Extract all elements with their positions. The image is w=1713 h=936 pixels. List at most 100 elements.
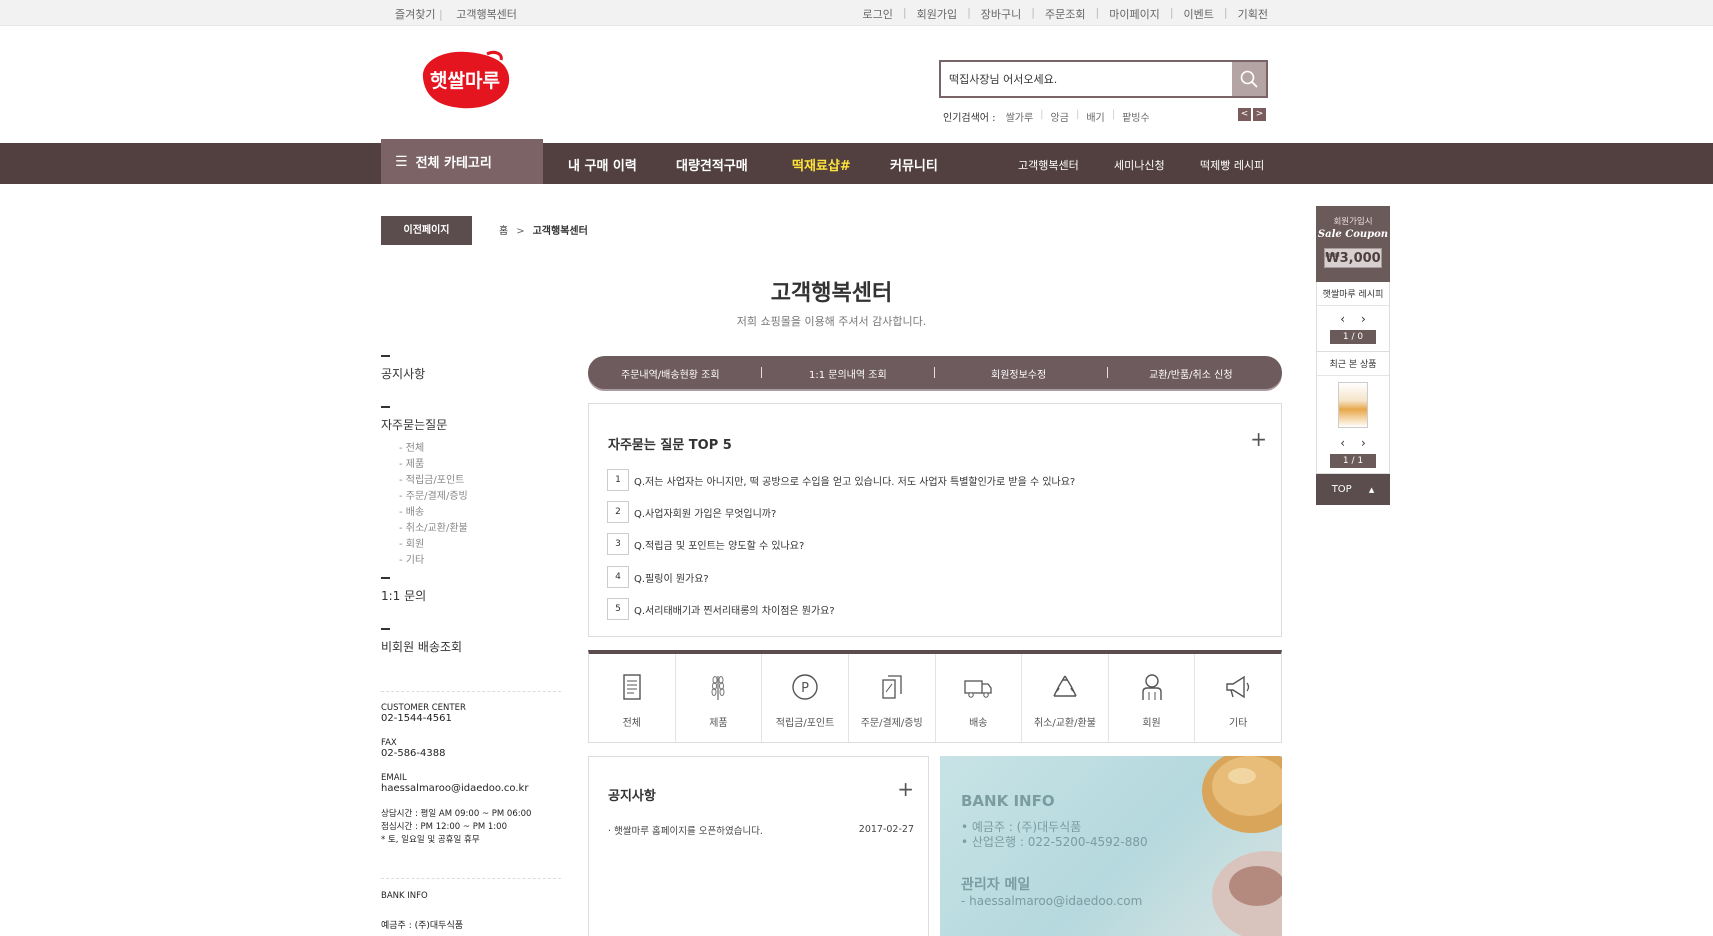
divider: | bbox=[1075, 109, 1080, 120]
faq-item[interactable]: 4 Q.필링이 뭔가요? bbox=[607, 566, 709, 588]
sidebar-item-qna[interactable]: 1:1 문의 bbox=[381, 577, 561, 604]
bookmark-link[interactable]: 즐겨찾기 bbox=[395, 8, 435, 21]
category-etc[interactable]: 기타 bbox=[1195, 654, 1281, 742]
search-button[interactable] bbox=[1232, 62, 1266, 96]
faq-item[interactable]: 3 Q.적립금 및 포인트는 양도할 수 있나요? bbox=[607, 533, 804, 555]
chevron-left-icon[interactable]: ‹ bbox=[1340, 312, 1345, 326]
recipe-box: 햇쌀마루 레시피 ‹ › 1 / 0 bbox=[1316, 282, 1390, 352]
nav-recipe[interactable]: 떡제빵 레시피 bbox=[1200, 157, 1264, 173]
breadcrumb: 홈 > 고객행복센터 bbox=[499, 222, 588, 237]
keyword-link[interactable]: 쌀가루 bbox=[1006, 109, 1034, 124]
sidebar-item-guest-delivery[interactable]: 비회원 배송조회 bbox=[381, 628, 561, 655]
logo-text: 햇쌀마루 bbox=[430, 70, 500, 92]
sidebar-sub-product[interactable]: - 제품 bbox=[399, 457, 561, 473]
sidebar-sub-delivery[interactable]: - 배송 bbox=[399, 505, 561, 521]
mypage-link[interactable]: 마이페이지 bbox=[1109, 6, 1160, 22]
nav-bulk-order[interactable]: 대량견적구매 bbox=[676, 155, 748, 174]
divider bbox=[761, 367, 762, 378]
coupon-name: Sale Coupon bbox=[1317, 229, 1389, 240]
chevron-right-icon[interactable]: › bbox=[1361, 436, 1366, 450]
page-title: 고객행복센터 bbox=[770, 281, 893, 306]
sidebar-sub-all[interactable]: - 전체 bbox=[399, 441, 561, 457]
nav-purchase-history[interactable]: 내 구매 이력 bbox=[568, 155, 637, 174]
cart-link[interactable]: 장바구니 bbox=[981, 6, 1021, 22]
recycle-icon bbox=[1053, 675, 1077, 697]
notice-item[interactable]: · 햇쌀마루 홈페이지를 오픈하였습니다. bbox=[608, 823, 763, 837]
login-link[interactable]: 로그인 bbox=[863, 6, 893, 22]
sidebar-sub-payment[interactable]: - 주문/결제/증빙 bbox=[399, 489, 561, 505]
keyword-arrows: < > bbox=[1238, 108, 1266, 121]
recent-page: 1 / 1 bbox=[1330, 454, 1376, 468]
sidebar-item-faq[interactable]: 자주묻는질문 bbox=[381, 406, 561, 433]
category-label: 배송 bbox=[969, 718, 988, 729]
category-points[interactable]: P 적립금/포인트 bbox=[762, 654, 849, 742]
faq-item[interactable]: 5 Q.서리태배기과 찐서리태롱의 차이점은 뭔가요? bbox=[607, 598, 835, 620]
category-all[interactable]: 전체 bbox=[589, 654, 676, 742]
keyword-link[interactable]: 팥빙수 bbox=[1122, 109, 1150, 124]
sidebar-sub-member[interactable]: - 회원 bbox=[399, 537, 561, 553]
cs-tabs: 주문내역/배송현황 조회 1:1 문의내역 조회 회원정보수정 교환/반품/취소… bbox=[588, 356, 1282, 389]
breadcrumb-home[interactable]: 홈 bbox=[499, 226, 508, 237]
hours-line: 상담시간 : 평일 AM 09:00 ~ PM 06:00 bbox=[381, 809, 532, 819]
sidebar-item-notice[interactable]: 공지사항 bbox=[381, 355, 561, 382]
divider: | bbox=[967, 6, 971, 19]
keyword-link[interactable]: 앙금 bbox=[1051, 109, 1069, 124]
category-delivery[interactable]: 배송 bbox=[936, 654, 1023, 742]
quick-menu: 회원가입시 Sale Coupon ₩3,000 햇쌀마루 레시피 ‹ › 1 … bbox=[1316, 206, 1390, 505]
event-link[interactable]: 이벤트 bbox=[1184, 6, 1214, 22]
fax-value: 02-586-4388 bbox=[381, 748, 446, 759]
nav-community[interactable]: 커뮤니티 bbox=[890, 155, 938, 174]
recipe-label[interactable]: 햇쌀마루 레시피 bbox=[1317, 282, 1389, 300]
all-category-button[interactable]: ☰ 전체 카테고리 bbox=[381, 139, 543, 184]
holiday-line: * 토, 일요일 및 공휴일 휴무 bbox=[381, 835, 480, 845]
plus-icon[interactable]: + bbox=[1250, 427, 1267, 451]
bank-banner-account: • 산업은행 : 022-5200-4592-880 bbox=[961, 835, 1148, 849]
cs-center-link[interactable]: 고객행복센터 bbox=[456, 8, 517, 21]
faq-item[interactable]: 2 Q.사업자회원 가입은 무엇입니까? bbox=[607, 501, 776, 523]
tab-qna-history[interactable]: 1:1 문의내역 조회 bbox=[809, 366, 887, 381]
sidebar-sub-refund[interactable]: - 취소/교환/환불 bbox=[399, 521, 561, 537]
notice-date: 2017-02-27 bbox=[858, 824, 914, 835]
chevron-left-icon[interactable]: < bbox=[1238, 108, 1251, 121]
tab-exchange[interactable]: 교환/반품/취소 신청 bbox=[1149, 366, 1233, 381]
faq-question: Q.필링이 뭔가요? bbox=[634, 573, 709, 585]
order-lookup-link[interactable]: 주문조회 bbox=[1045, 6, 1085, 22]
sale-coupon-banner[interactable]: 회원가입시 Sale Coupon ₩3,000 bbox=[1316, 206, 1390, 282]
sidebar-sub-etc[interactable]: - 기타 bbox=[399, 553, 561, 569]
popular-keywords: 인기검색어 : 쌀가루 | 앙금 | 배기 | 팥빙수 bbox=[943, 109, 1157, 124]
sidebar-sub-points[interactable]: - 적립금/포인트 bbox=[399, 473, 561, 489]
nav-cs-center[interactable]: 고객행복센터 bbox=[1018, 157, 1079, 173]
chevron-right-icon[interactable]: > bbox=[1253, 108, 1266, 121]
breadcrumb-current: 고객행복센터 bbox=[532, 226, 588, 237]
cs-tel: 02-1544-4561 bbox=[381, 713, 452, 724]
site-logo[interactable]: 햇쌀마루 bbox=[415, 48, 513, 112]
category-payment[interactable]: 주문/결제/증빙 bbox=[849, 654, 936, 742]
category-product[interactable]: 제품 bbox=[676, 654, 763, 742]
keyword-link[interactable]: 배기 bbox=[1086, 109, 1104, 124]
top-button[interactable]: TOP ▲ bbox=[1316, 474, 1390, 505]
divider: | bbox=[1223, 6, 1228, 19]
prev-page-button[interactable]: 이전페이지 bbox=[381, 216, 472, 245]
recent-box: 최근 본 상품 ‹ › 1 / 1 bbox=[1316, 352, 1390, 474]
bank-info-label: BANK INFO bbox=[381, 878, 561, 901]
wheat-icon bbox=[711, 676, 725, 700]
megaphone-icon bbox=[1226, 675, 1250, 699]
category-refund[interactable]: 취소/교환/환불 bbox=[1022, 654, 1109, 742]
chevron-left-icon[interactable]: ‹ bbox=[1340, 436, 1345, 450]
plus-icon[interactable]: + bbox=[897, 777, 914, 801]
tab-order-status[interactable]: 주문내역/배송현황 조회 bbox=[621, 366, 720, 381]
faq-num: 4 bbox=[607, 566, 629, 588]
recent-product-thumbnail[interactable] bbox=[1338, 382, 1368, 428]
search-input[interactable] bbox=[941, 62, 1231, 96]
main-nav: 내 구매 이력 대량견적구매 떡재료샵# 커뮤니티 고객행복센터 세미나신청 떡… bbox=[0, 143, 1713, 184]
faq-title: 자주묻는 질문 TOP 5 bbox=[608, 438, 732, 453]
category-member[interactable]: 회원 bbox=[1109, 654, 1196, 742]
join-link[interactable]: 회원가입 bbox=[917, 6, 957, 22]
nav-seminar[interactable]: 세미나신청 bbox=[1114, 157, 1165, 173]
tab-member-edit[interactable]: 회원정보수정 bbox=[991, 366, 1046, 381]
chevron-right-icon[interactable]: › bbox=[1361, 312, 1366, 326]
faq-item[interactable]: 1 Q.저는 사업자는 아니지만, 떡 공방으로 수입을 얻고 있습니다. 저도… bbox=[607, 469, 1075, 491]
admin-mail-title: 관리자 메일 bbox=[961, 877, 1031, 893]
special-link[interactable]: 기획전 bbox=[1238, 6, 1268, 22]
nav-ingredient-shop[interactable]: 떡재료샵# bbox=[792, 155, 851, 174]
